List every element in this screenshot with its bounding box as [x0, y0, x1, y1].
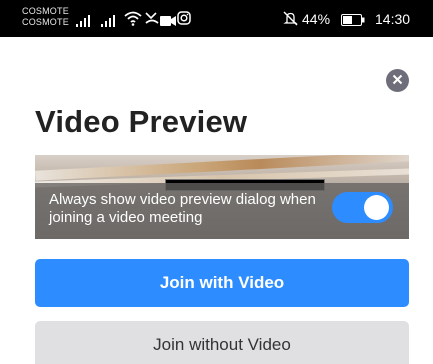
carrier-2: COSMOTE — [22, 17, 69, 27]
video-preview: Always show video preview dialog when jo… — [35, 155, 409, 239]
carrier-1: COSMOTE — [22, 6, 69, 16]
join-without-video-button[interactable]: Join without Video — [35, 321, 409, 364]
video-camera-icon — [160, 13, 176, 31]
clock: 14:30 — [375, 11, 411, 27]
signal-icon — [101, 14, 117, 32]
mute-icon — [283, 11, 298, 31]
battery-percent: 44% — [302, 11, 331, 27]
close-button[interactable] — [386, 69, 409, 92]
always-show-preview-toggle[interactable] — [332, 192, 393, 223]
join-with-video-button[interactable]: Join with Video — [35, 259, 409, 307]
toggle-knob — [364, 195, 389, 220]
close-icon — [392, 72, 403, 90]
missed-call-icon — [145, 11, 159, 30]
signal-icon — [76, 14, 92, 32]
instagram-icon — [177, 11, 191, 30]
always-show-preview-label: Always show video preview dialog when jo… — [49, 191, 316, 226]
wifi-icon — [124, 10, 142, 31]
battery-icon — [341, 13, 365, 31]
status-bar: COSMOTE COSMOTE 44% 14:30 — [0, 0, 433, 37]
carrier-labels: COSMOTE COSMOTE — [22, 6, 69, 28]
dialog-title: Video Preview — [35, 104, 248, 139]
